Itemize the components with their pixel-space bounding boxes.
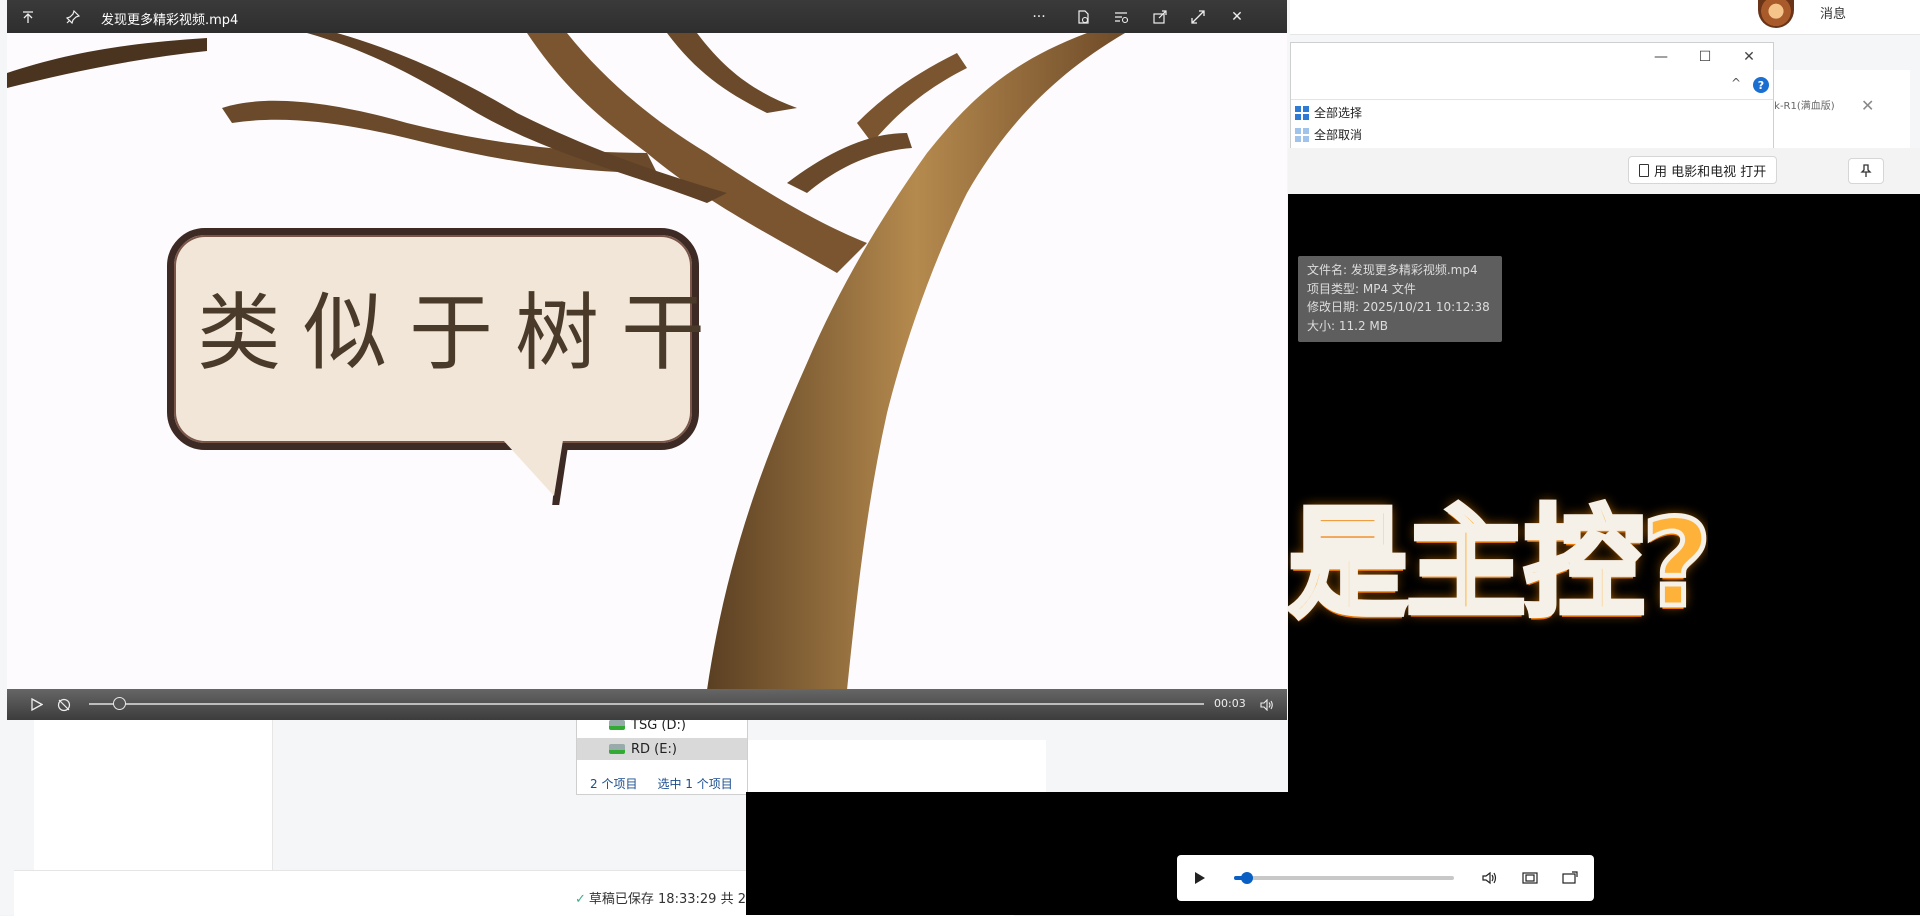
select-all-label: 全部选择: [1314, 106, 1363, 120]
time-label: 00:03: [1214, 697, 1246, 710]
close-icon[interactable]: ✕: [1861, 96, 1874, 115]
mini-seek-bar[interactable]: [1234, 876, 1454, 880]
seek-thumb[interactable]: [112, 697, 126, 710]
play-icon[interactable]: [1187, 855, 1213, 901]
drive-icon: [609, 720, 625, 730]
messages-link[interactable]: 消息: [1820, 3, 1846, 22]
select-all-icon: [1295, 105, 1309, 120]
select-none-icon: [1295, 127, 1309, 142]
photos-video-window: 发现更多精彩视频.mp4 ··· ✕ 类似于树干 00:03: [7, 0, 1287, 720]
expand-icon[interactable]: [1182, 0, 1214, 33]
preview-header: [1288, 148, 1920, 194]
collapse-ribbon-icon[interactable]: ^: [1731, 76, 1741, 90]
video-title: 发现更多精彩视频.mp4: [101, 13, 239, 28]
repeat-off-icon[interactable]: [51, 689, 77, 720]
draft-count: 共 2: [720, 892, 746, 907]
maximize-icon[interactable]: ☐: [1687, 43, 1723, 71]
minimize-icon[interactable]: —: [1643, 43, 1679, 71]
save-copy-icon[interactable]: [1067, 0, 1099, 33]
cast-icon[interactable]: [1557, 855, 1583, 901]
drive-icon: [609, 744, 625, 754]
help-icon[interactable]: ?: [1753, 77, 1769, 93]
seek-bar[interactable]: [89, 703, 1204, 705]
file-explorer-window: — ☐ ✕ ^ ? 全部选择 全部取消: [1290, 42, 1774, 149]
photos-titlebar: 发现更多精彩视频.mp4 ··· ✕: [7, 0, 1287, 33]
explorer-nav-pane: TSG (D:) RD (E:) 2 个项目 选中 1 个项目: [576, 712, 748, 795]
compact-view-icon[interactable]: [1517, 855, 1543, 901]
share-icon[interactable]: [1144, 0, 1176, 33]
tooltip-filename: 文件名: 发现更多精彩视频.mp4: [1307, 263, 1478, 277]
editor-left-panel: [34, 720, 273, 870]
open-with-label: 用 电影和电视 打开: [1654, 164, 1767, 180]
speech-bubble-text: 类似于树干: [197, 284, 728, 382]
selected-count: 选中 1 个项目: [657, 776, 733, 791]
select-all-button[interactable]: 全部选择: [1295, 104, 1362, 121]
tooltip-size: 大小: 11.2 MB: [1307, 318, 1388, 333]
video-overlay-text: 是主控?: [1288, 493, 1708, 637]
document-icon: [1639, 163, 1649, 177]
close-icon[interactable]: ✕: [1221, 0, 1253, 33]
arrow-up-icon[interactable]: [12, 0, 44, 33]
drive-label: RD (E:): [631, 741, 677, 757]
check-icon: ✓: [575, 892, 586, 907]
open-with-movies-tv-button[interactable]: 用 电影和电视 打开: [1628, 156, 1778, 184]
mini-seek-thumb[interactable]: [1240, 872, 1253, 884]
explorer-titlebar: — ☐ ✕: [1291, 43, 1773, 71]
video-controls-bar: 00:03: [7, 689, 1287, 720]
model-label[interactable]: ek-R1(满血版): [1768, 97, 1835, 112]
draft-status: ✓ 草稿已保存 18:33:29 共 2: [575, 888, 746, 907]
draft-status-text: 草稿已保存 18:33:29: [588, 892, 717, 907]
volume-icon[interactable]: [1254, 689, 1280, 720]
mini-player-controls: [1177, 855, 1594, 901]
select-none-label: 全部取消: [1314, 128, 1363, 142]
pin-icon[interactable]: [1848, 158, 1884, 184]
play-icon[interactable]: [24, 689, 50, 720]
drive-item-e[interactable]: RD (E:): [577, 738, 747, 760]
file-info-tooltip: 文件名: 发现更多精彩视频.mp4 项目类型: MP4 文件 修改日期: 202…: [1298, 256, 1502, 342]
explorer-ribbon: 全部选择 全部取消: [1291, 99, 1773, 149]
volume-icon[interactable]: [1477, 855, 1503, 901]
edit-video-icon[interactable]: [1105, 0, 1137, 33]
pin-icon[interactable]: [57, 0, 89, 33]
tooltip-modified: 修改日期: 2025/10/21 10:12:38: [1307, 300, 1490, 314]
item-count: 2 个项目: [590, 776, 638, 791]
explorer-status-bar: 2 个项目 选中 1 个项目: [577, 772, 747, 794]
tooltip-type: 项目类型: MP4 文件: [1307, 281, 1416, 296]
close-icon[interactable]: ✕: [1731, 43, 1767, 71]
select-none-button[interactable]: 全部取消: [1295, 126, 1362, 143]
more-icon[interactable]: ···: [1023, 0, 1055, 33]
